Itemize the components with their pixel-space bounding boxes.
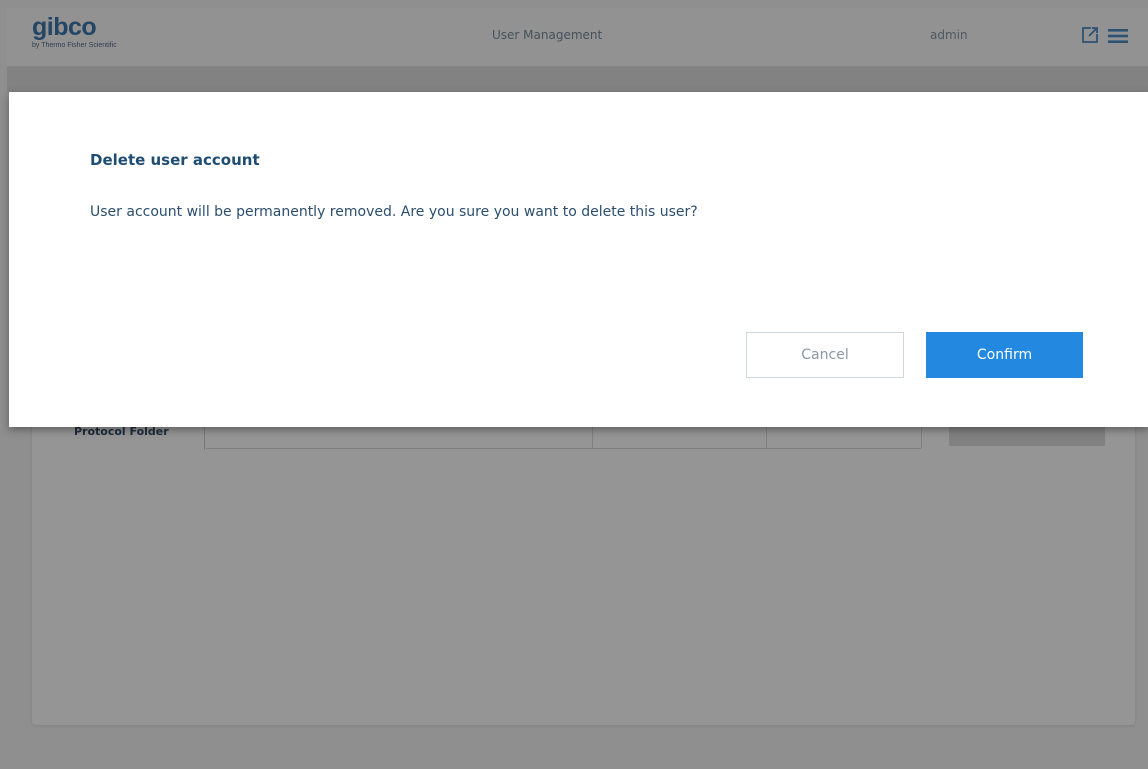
dialog-message: User account will be permanently removed… bbox=[90, 204, 698, 220]
dialog-title: Delete user account bbox=[90, 151, 260, 169]
app-screen: gibco by Thermo Fisher Scientific User M… bbox=[0, 0, 1148, 769]
confirm-button[interactable]: Confirm bbox=[926, 332, 1083, 378]
cancel-button[interactable]: Cancel bbox=[746, 332, 904, 378]
delete-user-dialog: Delete user account User account will be… bbox=[9, 92, 1148, 427]
